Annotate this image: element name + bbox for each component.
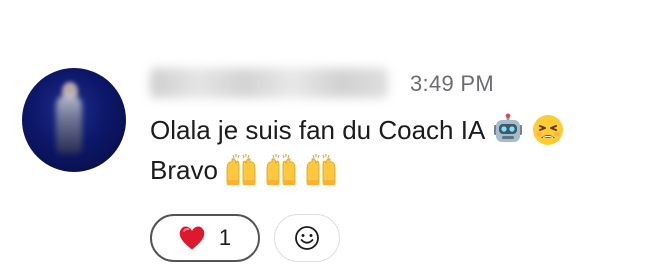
raising-hands-icon [304,153,338,187]
add-reaction-button[interactable] [274,214,340,262]
avatar-photo-figure [56,94,82,154]
chat-message: 3:49 PM Olala je suis fan du Coach IA Br… [0,0,661,280]
raising-hands-icon [224,153,258,187]
avatar[interactable] [22,68,126,172]
red-heart-icon [177,223,207,253]
message-text-line-1: Olala je suis fan du Coach IA [150,113,565,147]
sender-name-redacted[interactable] [150,68,388,98]
message-text: Olala je suis fan du Coach IA [150,114,486,145]
heart-reaction-button[interactable]: 1 [150,214,260,262]
robot-face-icon [491,113,525,147]
message-text: Bravo [150,154,218,185]
reaction-count: 1 [218,225,232,250]
tired-face-icon [531,113,565,147]
smiley-add-reaction-icon [293,224,321,252]
message-text-line-2: Bravo [150,153,338,187]
raising-hands-icon [264,153,298,187]
message-timestamp[interactable]: 3:49 PM [410,71,494,97]
reaction-bar: 1 [150,214,340,262]
